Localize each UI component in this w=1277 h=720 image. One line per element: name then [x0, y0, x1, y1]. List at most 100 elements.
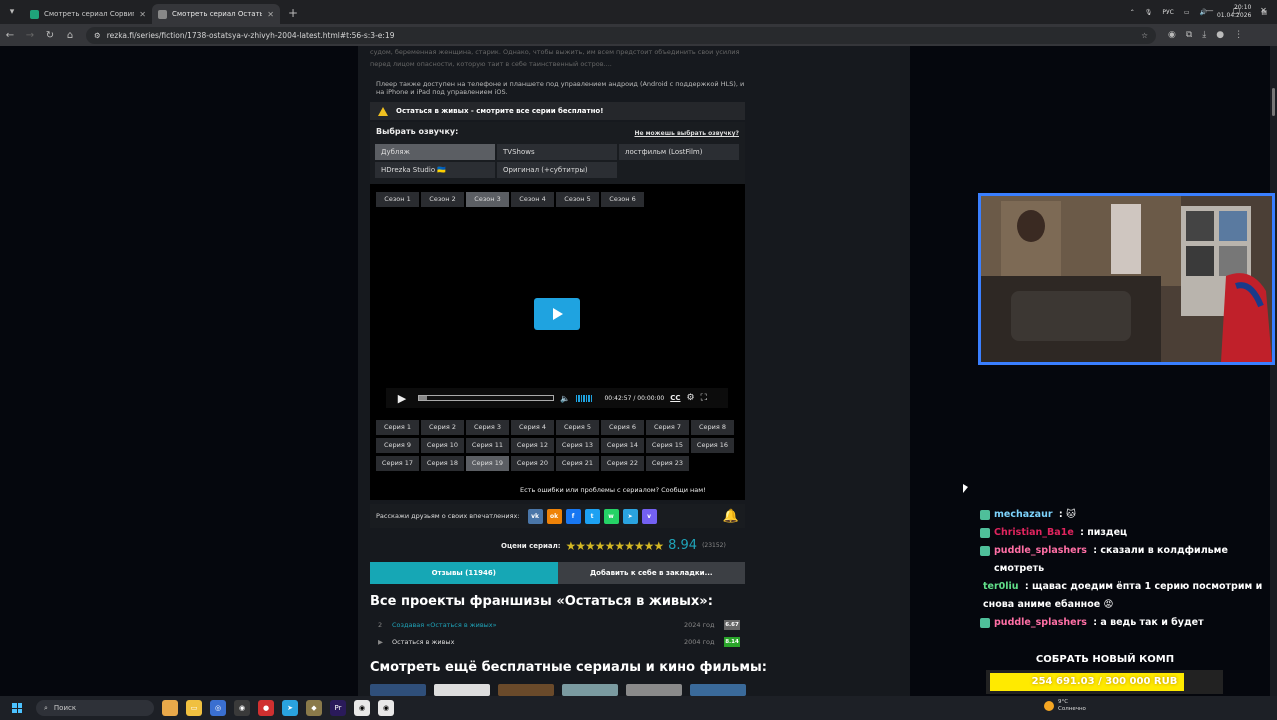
windows-start-icon[interactable] [12, 703, 22, 713]
url-bar[interactable]: ⚙ rezka.fi/series/fiction/1738-ostatsya-… [86, 26, 1156, 44]
season-button[interactable]: Сезон 1 [376, 192, 419, 207]
tab-ostatsya-v-zhivyh[interactable]: Смотреть сериал Остаться в жи ✕ [152, 4, 280, 24]
language-indicator[interactable]: РУС [1162, 9, 1173, 16]
notifications-icon[interactable]: ▤ [1261, 9, 1267, 16]
episode-button[interactable]: Серия 21 [556, 456, 599, 471]
whatsapp-share-icon[interactable]: w [603, 508, 619, 524]
scrollbar-thumb[interactable] [1272, 88, 1275, 116]
subtitles-button[interactable]: CC [670, 394, 680, 402]
progress-bar[interactable] [418, 395, 554, 401]
file-explorer-icon[interactable]: ▭ [186, 700, 202, 716]
recommendation-thumb[interactable] [370, 684, 426, 696]
season-button[interactable]: Сезон 2 [421, 192, 464, 207]
vk-share-icon[interactable]: vk [527, 508, 543, 524]
error-report-link[interactable]: Есть ошибки или проблемы с сериалом? Соо… [520, 486, 706, 494]
recommendation-thumb[interactable] [498, 684, 554, 696]
season-button[interactable]: Сезон 4 [511, 192, 554, 207]
play-pause-button[interactable]: ▶ [392, 392, 412, 405]
home-icon[interactable]: ⌂ [60, 30, 80, 41]
episode-button[interactable]: Серия 8 [691, 420, 734, 435]
tab-search-menu-icon[interactable]: ▾ [0, 0, 24, 24]
episode-button[interactable]: Серия 5 [556, 420, 599, 435]
episode-button[interactable]: Серия 1 [376, 420, 419, 435]
premiere-pro-icon[interactable]: Pr [330, 700, 346, 716]
close-tab-icon[interactable]: ✕ [267, 10, 274, 19]
season-button[interactable]: Сезон 5 [556, 192, 599, 207]
episode-button[interactable]: Серия 14 [601, 438, 644, 453]
download-icon[interactable]: ⤓ [1202, 30, 1206, 40]
episode-button[interactable]: Серия 16 [691, 438, 734, 453]
facebook-share-icon[interactable]: f [565, 508, 581, 524]
voice-option-tvshows[interactable]: TVShows [497, 144, 617, 160]
voice-option-dubbing[interactable]: Дубляж [375, 144, 495, 160]
franchise-item[interactable]: 2 Создавая «Остаться в живых» 2024 год 6.67 [370, 618, 740, 632]
season-button[interactable]: Сезон 6 [601, 192, 644, 207]
episode-button[interactable]: Серия 23 [646, 456, 689, 471]
voice-option-original[interactable]: Оригинал (+субтитры) [497, 162, 617, 178]
episode-button[interactable]: Серия 2 [421, 420, 464, 435]
profile-icon[interactable]: ● [1216, 30, 1224, 40]
volume-tray-icon[interactable]: 🔊 [1199, 9, 1206, 16]
steam-icon[interactable]: ◉ [234, 700, 250, 716]
video-player[interactable]: Сезон 1 Сезон 2 Сезон 3 Сезон 4 Сезон 5 Сезон… [370, 184, 745, 500]
microphone-icon[interactable]: 🎙 [1145, 9, 1153, 16]
recommendation-thumb[interactable] [434, 684, 490, 696]
app-icon[interactable]: ◆ [306, 700, 322, 716]
forward-icon[interactable]: → [20, 30, 40, 41]
extension-icon[interactable]: ◉ [1168, 30, 1176, 40]
episode-button[interactable]: Серия 15 [646, 438, 689, 453]
volume-icon[interactable]: 🔈 [560, 394, 570, 403]
taskbar-app-icon[interactable] [162, 700, 178, 716]
tab-sorvigolova[interactable]: Смотреть сериал Сорвиголов ✕ [24, 4, 152, 24]
episode-button[interactable]: Серия 6 [601, 420, 644, 435]
settings-gear-icon[interactable]: ⚙ [686, 393, 694, 403]
site-info-icon[interactable]: ⚙ [94, 31, 101, 40]
recommendation-thumb[interactable] [626, 684, 682, 696]
taskbar-weather[interactable]: 9°C Солнечно [1044, 699, 1086, 713]
episode-button[interactable]: Серия 18 [421, 456, 464, 471]
telegram-share-icon[interactable]: ➤ [622, 508, 638, 524]
season-button[interactable]: Сезон 3 [466, 192, 509, 207]
reload-icon[interactable]: ↻ [40, 30, 60, 41]
back-icon[interactable]: ← [0, 30, 20, 41]
network-icon[interactable]: ▭ [1184, 9, 1190, 16]
episode-button[interactable]: Серия 4 [511, 420, 554, 435]
taskbar-search[interactable]: ⌕ Поиск [36, 700, 154, 716]
rating-stars[interactable]: ★★★★★★★★★★ [566, 539, 665, 553]
franchise-title[interactable]: Остаться в живых [392, 638, 684, 646]
bookmark-tab[interactable]: Добавить к себе в закладки... [557, 562, 745, 584]
recommendation-thumb[interactable] [562, 684, 618, 696]
episode-button[interactable]: Серия 7 [646, 420, 689, 435]
extensions-puzzle-icon[interactable]: ⧉ [1186, 30, 1192, 40]
episode-button[interactable]: Серия 10 [421, 438, 464, 453]
app-icon[interactable]: ◉ [378, 700, 394, 716]
page-scrollbar[interactable] [1270, 46, 1277, 696]
viber-share-icon[interactable]: v [641, 508, 657, 524]
franchise-item[interactable]: ▶ Остаться в живых 2004 год 8.14 [370, 635, 740, 649]
fullscreen-icon[interactable]: ⛶ [701, 393, 707, 403]
reviews-tab[interactable]: Отзывы (11946) [370, 562, 558, 584]
app-icon[interactable]: ● [258, 700, 274, 716]
episode-button[interactable]: Серия 22 [601, 456, 644, 471]
episode-button[interactable]: Серия 17 [376, 456, 419, 471]
episode-button[interactable]: Серия 20 [511, 456, 554, 471]
new-tab-icon[interactable]: + [288, 6, 298, 20]
voice-help-link[interactable]: Не можешь выбрать озвучку? [634, 130, 739, 137]
voice-option-hdrezka[interactable]: HDrezka Studio 🇺🇦 [375, 162, 495, 178]
tray-chevron-icon[interactable]: ⌃ [1130, 9, 1135, 16]
telegram-icon[interactable]: ➤ [282, 700, 298, 716]
voice-option-lostfilm[interactable]: лостфильм (LostFilm) [619, 144, 739, 160]
recommendation-thumb[interactable] [690, 684, 746, 696]
menu-dots-icon[interactable]: ⋮ [1234, 30, 1243, 40]
clock[interactable]: 20:10 01.04.2026 [1217, 4, 1251, 20]
episode-button[interactable]: Серия 3 [466, 420, 509, 435]
twitter-share-icon[interactable]: t [584, 508, 600, 524]
big-play-button[interactable] [534, 298, 580, 330]
episode-button[interactable]: Серия 11 [466, 438, 509, 453]
bookmark-star-icon[interactable]: ☆ [1141, 31, 1148, 40]
volume-level[interactable] [575, 394, 593, 402]
episode-button[interactable]: Серия 9 [376, 438, 419, 453]
franchise-title[interactable]: Создавая «Остаться в живых» [392, 621, 684, 629]
close-tab-icon[interactable]: ✕ [139, 10, 146, 19]
episode-button[interactable]: Серия 19 [466, 456, 509, 471]
